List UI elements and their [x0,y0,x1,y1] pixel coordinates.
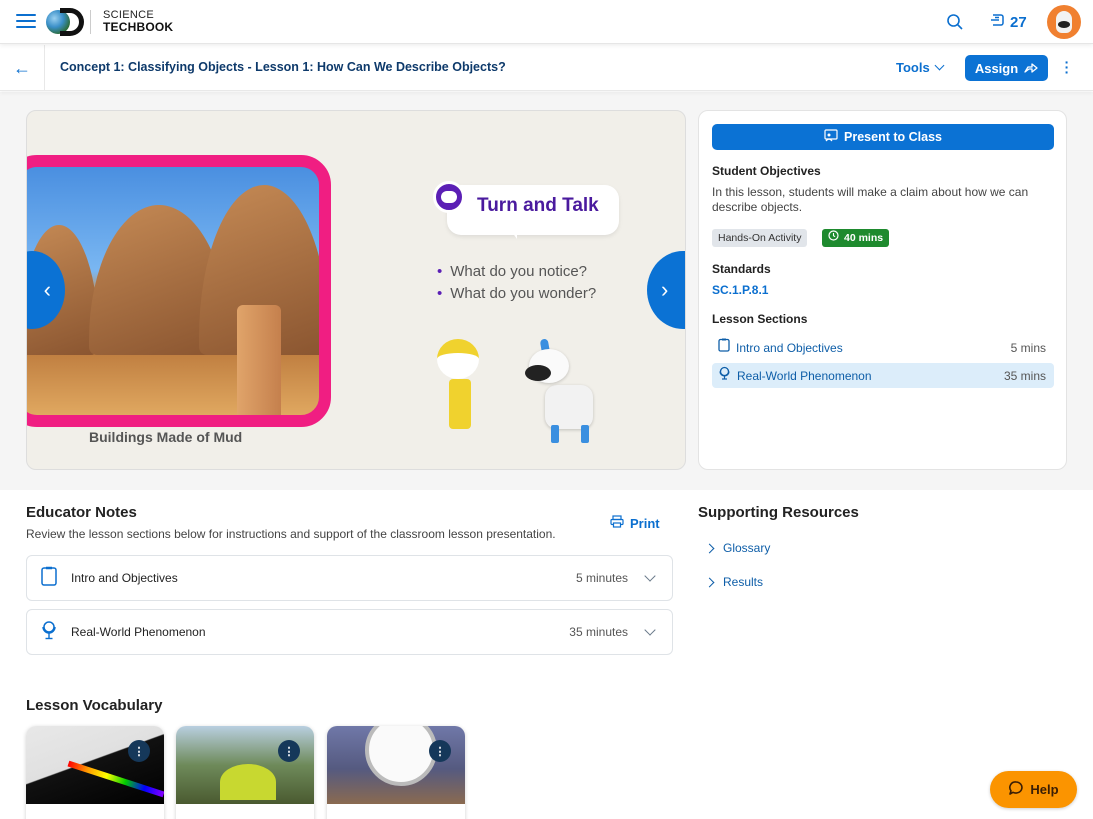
chevron-right-icon: › [661,277,669,302]
stone-pillar [237,305,281,415]
globe-stand-icon [718,366,731,385]
top-header: SCIENCE TECHBOOK 27 [0,0,1093,44]
tent-image [176,726,314,804]
more-options-icon[interactable]: · · · [1062,55,1072,79]
chevron-right-icon [704,543,715,553]
back-arrow-icon[interactable]: ← [0,45,45,91]
duration-badge: 40 mins [822,229,890,247]
share-arrow-icon [1024,61,1038,76]
notification-count: 27 [1010,14,1027,31]
vocab-card[interactable]: ⋮ [327,726,465,819]
avatar-dog-nose [1058,21,1070,28]
search-icon[interactable] [946,13,964,31]
educator-notes-description: Review the lesson sections below for ins… [26,527,556,541]
educator-notes-heading: Educator Notes [26,504,137,521]
assign-button[interactable]: Assign [965,55,1048,81]
lesson-section-intro[interactable]: Intro and Objectives 5 mins [712,335,1054,360]
chat-icon [433,181,465,213]
standards-heading: Standards [712,262,771,276]
card-menu-icon[interactable]: ⋮ [128,740,150,762]
section-name: Real-World Phenomenon [737,368,872,383]
lesson-section-phenomenon[interactable]: Real-World Phenomenon 35 mins [712,363,1054,388]
print-button[interactable]: Print [610,515,660,531]
inbox-icon [990,12,1006,33]
present-icon [824,129,838,145]
objectives-text: In this lesson, students will make a cla… [712,185,1029,214]
help-label: Help [1030,782,1059,797]
note-name: Intro and Objectives [71,571,178,585]
standard-link[interactable]: SC.1.P.8.1 [712,283,768,297]
note-duration: 5 minutes [575,571,628,585]
question-item: What do you notice? [437,261,596,283]
resource-glossary[interactable]: Glossary [704,541,771,555]
hamburger-icon[interactable] [16,14,36,30]
card-menu-icon[interactable]: ⋮ [278,740,300,762]
chevron-down-icon [644,624,656,636]
printer-icon [610,515,624,531]
discussion-questions: What do you notice? What do you wonder? [437,261,596,305]
turn-and-talk-title: Turn and Talk [477,195,599,216]
notifications-button[interactable]: 27 [990,12,1027,33]
lesson-info-panel: Present to Class Student Objectives In t… [698,110,1067,470]
logo-line-2: TECHBOOK [103,20,174,34]
lesson-slide: Buildings Made of Mud ‹ Turn and Talk Wh… [26,110,686,470]
tools-dropdown[interactable]: Tools [896,60,945,75]
educator-note-phenomenon[interactable]: Real-World Phenomenon 35 minutes [26,609,673,655]
resource-label: Glossary [723,541,771,555]
supporting-resources-heading: Supporting Resources [698,504,859,521]
chevron-right-icon [704,577,715,587]
card-menu-icon[interactable]: ⋮ [429,740,451,762]
logo-divider [90,10,91,34]
prism-image [26,726,164,804]
globe-stand-icon [41,620,57,645]
section-duration: 5 mins [1010,340,1046,355]
chat-bubble-icon [1008,780,1024,799]
resource-label: Results [723,575,764,589]
photo-caption: Buildings Made of Mud [89,429,243,445]
vocab-card[interactable]: ⋮ [176,726,314,819]
present-label: Present to Class [844,130,942,144]
print-label: Print [630,515,660,531]
note-duration: 35 minutes [569,625,628,639]
chevron-down-icon [644,570,656,582]
lesson-title-bar: ← Concept 1: Classifying Objects - Lesso… [0,45,1093,91]
clock-icon [828,229,839,247]
scale-image [327,726,465,804]
section-name: Intro and Objectives [736,340,843,355]
resource-results[interactable]: Results [704,575,764,589]
duration-text: 40 mins [844,232,884,244]
tools-label: Tools [896,60,930,75]
discovery-d-logo [60,8,84,36]
lesson-title: Concept 1: Classifying Objects - Lesson … [60,60,506,74]
user-avatar[interactable] [1047,5,1081,39]
mud-buildings-photo [27,155,331,427]
present-to-class-button[interactable]: Present to Class [712,124,1054,150]
vocab-card[interactable]: ⋮ [26,726,164,819]
educator-note-intro[interactable]: Intro and Objectives 5 minutes [26,555,673,601]
help-button[interactable]: Help [990,771,1077,808]
section-duration: 35 mins [1003,368,1046,383]
clipboard-icon [41,566,57,591]
question-item: What do you wonder? [437,283,596,305]
robot-dog-character [525,338,605,449]
activity-type-badge: Hands-On Activity [712,229,808,247]
robot-character [437,339,487,449]
assign-label: Assign [974,60,1019,76]
app-logo-text[interactable]: SCIENCE TECHBOOK [103,9,173,33]
lesson-sections-heading: Lesson Sections [712,312,808,326]
lesson-vocabulary-heading: Lesson Vocabulary [26,697,163,714]
note-name: Real-World Phenomenon [71,625,206,639]
slide-next-button[interactable]: › [647,251,685,329]
clipboard-icon [718,338,730,357]
chevron-down-icon [934,60,945,71]
objectives-heading: Student Objectives [712,164,821,178]
chevron-left-icon: ‹ [43,277,51,302]
